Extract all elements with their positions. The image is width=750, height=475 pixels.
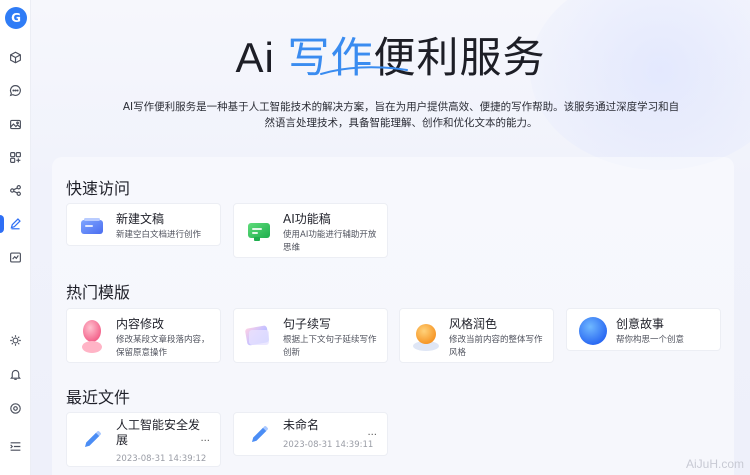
watermark: AiJuH.com: [685, 457, 744, 471]
new-draft-icon: [81, 218, 103, 234]
recent-file-card[interactable]: 人工智能安全发展 2023-08-31 14:39:12 ...: [66, 412, 221, 467]
image-icon[interactable]: [7, 116, 24, 133]
apps-icon[interactable]: [7, 149, 24, 166]
more-options-button[interactable]: ...: [367, 427, 377, 438]
file-title: 未命名: [283, 418, 320, 432]
quick-new-draft-card[interactable]: 新建文稿 新建空白文档进行创作: [66, 203, 221, 246]
card-desc: 新建空白文档进行创作: [116, 230, 202, 240]
sidebar: G: [0, 0, 31, 475]
style-polish-icon: [413, 324, 439, 351]
card-title: 新建文稿: [116, 212, 165, 226]
creative-story-icon: [579, 317, 607, 345]
share-icon[interactable]: [7, 182, 24, 199]
file-title: 人工智能安全发展: [116, 418, 201, 447]
app-logo[interactable]: G: [5, 7, 27, 29]
card-title: 创意故事: [616, 317, 665, 331]
content-edit-icon: [82, 320, 102, 353]
active-indicator: [0, 215, 4, 233]
pen-icon[interactable]: [7, 215, 24, 232]
sun-icon[interactable]: [7, 332, 24, 349]
card-title: AI功能稿: [283, 212, 331, 226]
more-options-button[interactable]: ...: [200, 433, 210, 444]
ai-draft-icon: [248, 223, 270, 241]
section-title-quick-access: 快速访问: [66, 179, 131, 198]
card-desc: 修改当前内容的整体写作风格: [449, 335, 543, 358]
bell-icon[interactable]: [7, 366, 24, 383]
recent-file-card[interactable]: 未命名 2023-08-31 14:39:11 ...: [233, 412, 388, 456]
card-desc: 帮你构思一个创意: [616, 335, 685, 345]
settings-icon[interactable]: [7, 400, 24, 417]
template-content-edit-card[interactable]: 内容修改 修改某段文章段落内容，保留原意操作: [66, 308, 221, 363]
card-desc: 修改某段文章段落内容，保留原意操作: [116, 335, 210, 358]
card-title: 内容修改: [116, 317, 165, 331]
title-swoosh-decoration: [320, 66, 408, 75]
collapse-icon[interactable]: [7, 438, 24, 455]
card-desc: 使用AI功能进行辅助开放思维: [283, 230, 377, 253]
file-date: 2023-08-31 14:39:11: [283, 440, 374, 450]
title-prefix: Ai: [235, 34, 288, 81]
card-desc: 根据上下文句子延续写作创新: [283, 335, 377, 358]
template-style-polish-card[interactable]: 风格润色 修改当前内容的整体写作风格: [399, 308, 554, 363]
template-creative-story-card[interactable]: 创意故事 帮你构思一个创意: [566, 308, 721, 351]
main-area: Ai 写作便利服务 AI写作便利服务是一种基于人工智能技术的解决方案，旨在为用户…: [31, 0, 750, 475]
quick-ai-draft-card[interactable]: AI功能稿 使用AI功能进行辅助开放思维: [233, 203, 388, 258]
sentence-continue-icon: [245, 325, 269, 346]
section-title-recent-files: 最近文件: [66, 388, 131, 407]
pen-file-icon: [85, 431, 101, 447]
hero-description: AI写作便利服务是一种基于人工智能技术的解决方案，旨在为用户提供高效、便捷的写作…: [122, 101, 680, 129]
chat-icon[interactable]: [7, 82, 24, 99]
chart-icon[interactable]: [7, 249, 24, 266]
card-title: 句子续写: [283, 317, 332, 331]
template-sentence-continue-card[interactable]: 句子续写 根据上下文句子延续写作创新: [233, 308, 388, 363]
pen-file-icon: [252, 426, 268, 442]
file-date: 2023-08-31 14:39:12: [116, 454, 207, 464]
card-title: 风格润色: [449, 317, 498, 331]
section-title-templates: 热门模版: [66, 283, 131, 302]
cube-icon[interactable]: [7, 49, 24, 66]
